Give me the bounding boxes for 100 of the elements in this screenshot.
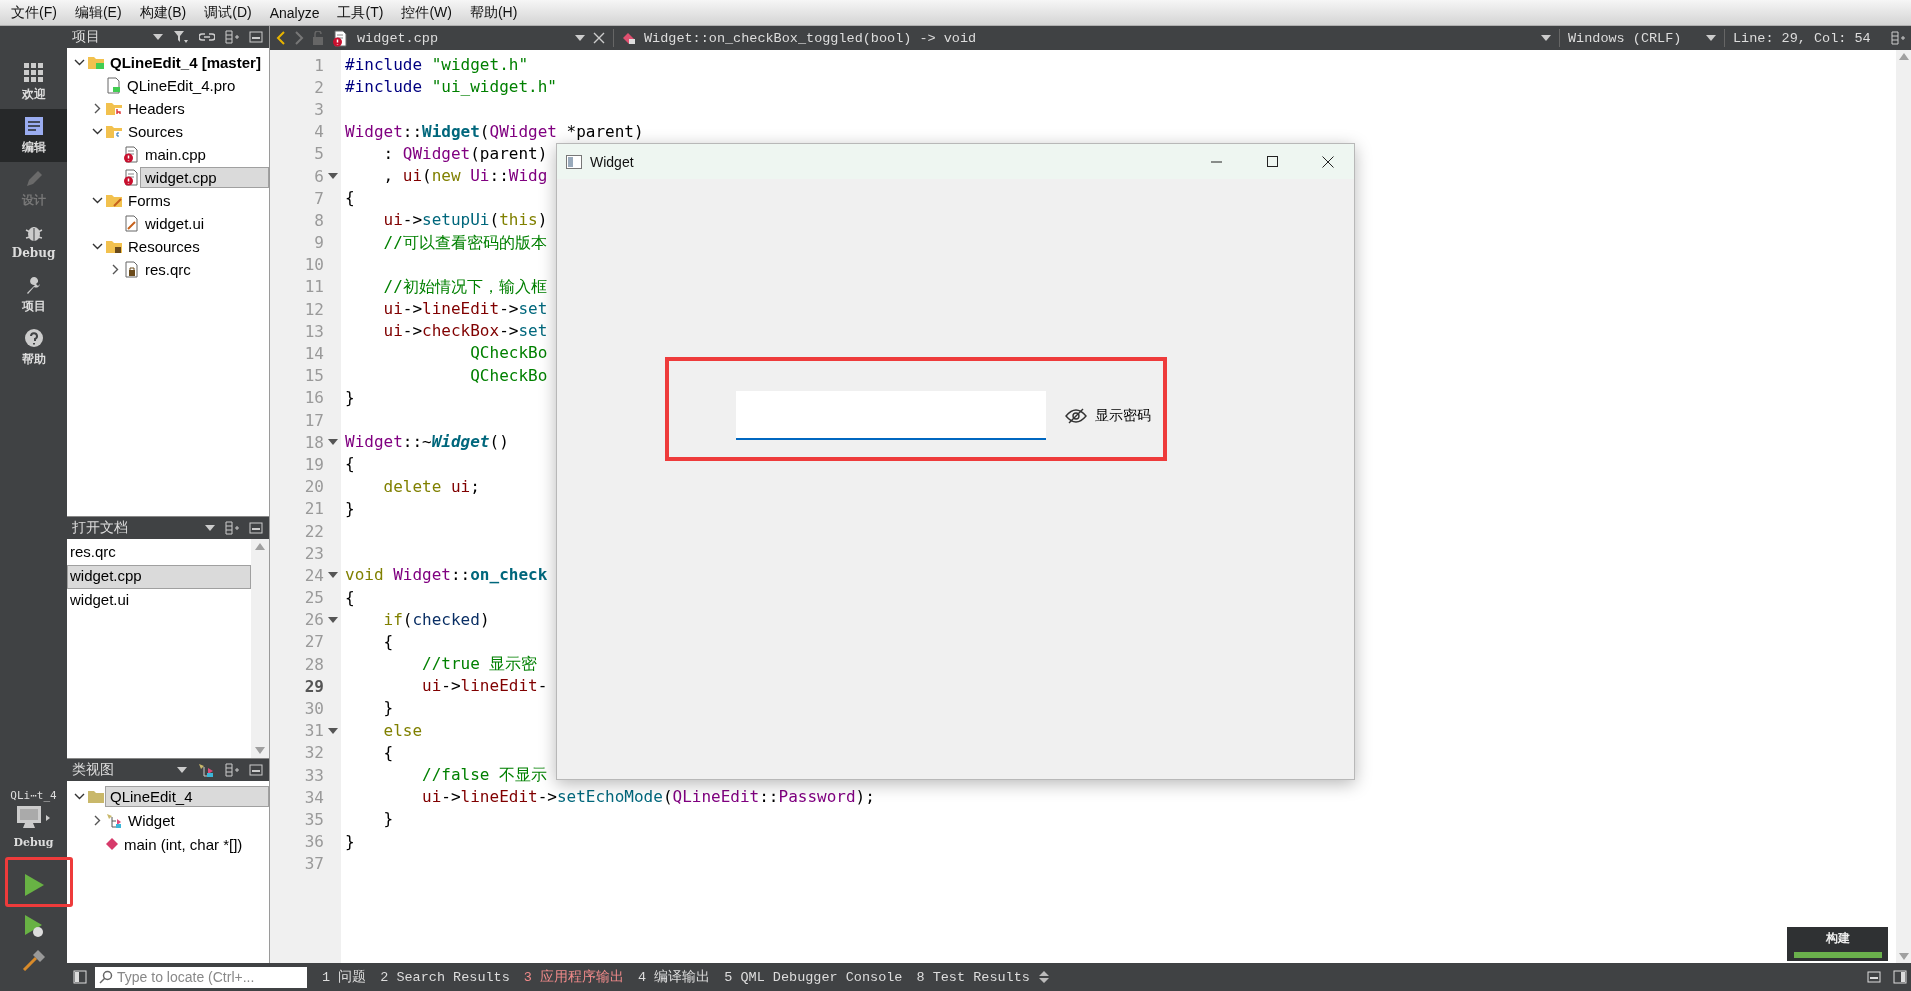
up-down-icon[interactable] — [1038, 971, 1049, 983]
pane-title: 类视图 — [72, 761, 115, 779]
document-item[interactable]: res.qrc — [67, 541, 251, 565]
menu-item[interactable]: Analyze — [260, 1, 329, 24]
dropdown-icon[interactable] — [177, 767, 187, 773]
dropdown-icon[interactable] — [205, 525, 215, 531]
close-icon — [1322, 155, 1334, 168]
tree-item[interactable]: QLineEdit_4 [master] — [105, 52, 269, 73]
tree-item[interactable]: widget.cpp — [140, 167, 269, 188]
folder-icon — [105, 100, 123, 117]
close-pane-icon[interactable] — [249, 764, 263, 776]
tree-item[interactable]: Widget — [123, 809, 269, 831]
code-line: } — [382, 698, 394, 718]
tree-item[interactable]: main.cpp — [140, 144, 269, 165]
code-line: ui->lineEdit->set — [382, 299, 548, 319]
link-icon[interactable] — [199, 31, 215, 43]
menu-item[interactable]: 调试(D) — [195, 0, 261, 25]
hammer-icon[interactable] — [21, 949, 46, 971]
symbol-selector[interactable]: Widget::on_checkBox_toggled(bool) -> void — [644, 30, 977, 46]
menu-item[interactable]: 工具(T) — [328, 0, 393, 25]
file-icon — [105, 77, 122, 94]
split-icon[interactable] — [1891, 31, 1905, 45]
dropdown-icon[interactable] — [1706, 35, 1716, 41]
line-number: 35 — [303, 809, 324, 829]
fold-arrow-icon[interactable] — [327, 173, 338, 180]
show-password-checkbox[interactable]: 显示密码 — [1065, 406, 1151, 425]
code-line: : QWidget(parent) — [382, 143, 548, 163]
pane-title: 项目 — [72, 28, 101, 46]
class-view-icon[interactable] — [197, 762, 215, 778]
fold-arrow-icon[interactable] — [327, 616, 338, 623]
line-ending-selector[interactable]: Windows (CRLF) — [1568, 30, 1698, 46]
class-icon — [105, 811, 123, 829]
menu-item[interactable]: 文件(F) — [2, 0, 66, 25]
sidebar-toggle-icon[interactable] — [73, 970, 87, 984]
panel-icon[interactable] — [1867, 971, 1881, 983]
output-tab[interactable]: 8 Test Results — [911, 969, 1035, 985]
line-number: 13 — [303, 321, 324, 341]
line-number: 25 — [303, 588, 324, 608]
line-number: 24 — [303, 565, 324, 585]
mode-button[interactable]: 欢迎 — [0, 56, 67, 109]
fold-arrow-icon[interactable] — [327, 727, 338, 734]
code-line: else — [382, 720, 423, 740]
close-icon[interactable] — [593, 32, 605, 44]
tree-item[interactable]: Resources — [123, 236, 269, 257]
code-line: } — [382, 809, 394, 829]
file-icon — [123, 215, 140, 232]
document-item[interactable]: widget.cpp — [67, 565, 251, 589]
symbol-icon[interactable] — [622, 31, 636, 45]
dropdown-icon[interactable] — [1541, 35, 1551, 41]
output-tab[interactable]: 3 应用程序输出 — [518, 968, 630, 986]
output-tab[interactable]: 4 编译输出 — [633, 968, 716, 986]
mode-button[interactable]: 项目 — [0, 268, 67, 321]
split-icon[interactable] — [225, 30, 239, 44]
document-item[interactable]: widget.ui — [67, 589, 251, 613]
password-field[interactable] — [736, 391, 1046, 440]
folder-icon — [105, 238, 123, 255]
line-number: 6 — [313, 166, 324, 186]
code-line: //可以查看密码的版本 — [382, 232, 547, 252]
menu-item[interactable]: 控件(W) — [392, 0, 461, 25]
debug-run-icon[interactable] — [22, 914, 45, 938]
fold-arrow-icon[interactable] — [327, 439, 338, 446]
line-number: 5 — [313, 144, 324, 164]
menu-item[interactable]: 构建(B) — [130, 0, 196, 25]
output-tab[interactable]: 1 问题 — [317, 968, 372, 986]
line-number: 32 — [303, 743, 324, 763]
code-line: { — [382, 631, 394, 651]
run-icon[interactable] — [22, 873, 45, 897]
menu-item[interactable]: 编辑(E) — [65, 0, 131, 25]
tree-item[interactable]: QLineEdit_4.pro — [122, 75, 269, 96]
build-label: 构建 — [1825, 930, 1850, 947]
mode-button[interactable]: Debug — [0, 215, 67, 268]
menu-item[interactable]: 帮助(H) — [460, 0, 527, 25]
split-icon[interactable] — [225, 521, 239, 535]
mode-button[interactable]: 编辑 — [0, 109, 67, 162]
dropdown-icon[interactable] — [575, 35, 585, 41]
output-tab[interactable]: 5 QML Debugger Console — [719, 969, 908, 985]
back-icon[interactable] — [276, 31, 286, 45]
line-number: 18 — [303, 432, 324, 452]
line-number: 28 — [303, 654, 324, 674]
tree-item[interactable]: main (int, char *[]) — [119, 833, 269, 855]
close-pane-icon[interactable] — [249, 522, 263, 534]
code-line: QCheckBo — [469, 343, 548, 363]
tree-item[interactable]: Forms — [123, 190, 269, 211]
split-icon[interactable] — [225, 763, 239, 777]
tree-item[interactable]: Sources — [123, 121, 269, 142]
locator-field[interactable]: Type to locate (Ctrl+... — [95, 966, 307, 988]
tree-item[interactable]: widget.ui — [140, 213, 269, 234]
code-line: //初始情况下，输入框 — [382, 276, 547, 296]
kit-selector[interactable]: Debug — [13, 806, 54, 849]
fold-arrow-icon[interactable] — [327, 572, 338, 579]
tree-item[interactable]: Headers — [123, 98, 269, 119]
mode-button[interactable]: 帮助 — [0, 321, 67, 374]
close-pane-icon[interactable] — [249, 31, 263, 43]
filter-icon[interactable] — [173, 30, 189, 44]
sidebar-toggle-icon[interactable] — [1893, 970, 1907, 984]
output-tab[interactable]: 2 Search Results — [375, 969, 515, 985]
code-line: , ui(new Ui::Widg — [382, 165, 548, 185]
dropdown-icon[interactable] — [153, 34, 163, 40]
tree-item[interactable]: res.qrc — [140, 259, 269, 280]
tree-item[interactable]: QLineEdit_4 — [105, 785, 269, 807]
